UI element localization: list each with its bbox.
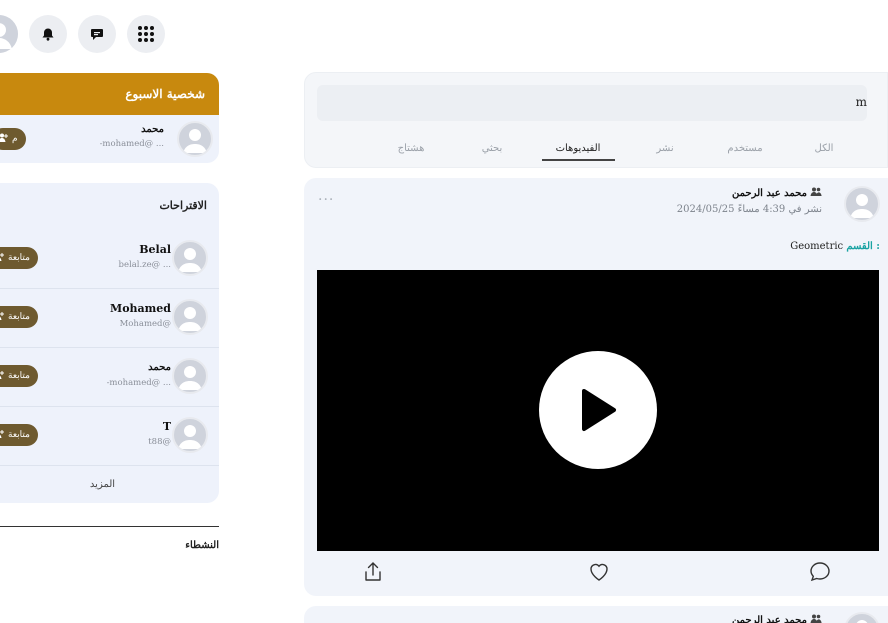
share-icon[interactable] (361, 560, 385, 588)
more-options-icon[interactable]: ... (318, 188, 334, 204)
active-users-title: النشطاء (185, 540, 219, 551)
more-link[interactable]: المزيد (0, 479, 205, 490)
post-author-name[interactable]: محمد عبد الرحمن (732, 188, 807, 199)
user-handle: Mohamed@ (119, 319, 171, 329)
suggestion-row[interactable]: T t88@ متابعة (0, 407, 219, 466)
follow-label: متابعة (8, 253, 30, 263)
user-name[interactable]: Belal (139, 243, 171, 256)
user-name[interactable]: T (163, 420, 171, 433)
post-time: نشر في 4:39 مساءً 2024/05/25 (676, 204, 822, 215)
follow-button[interactable]: متابعة (0, 365, 38, 387)
post-author-name[interactable]: محمد عبد الرحمن (732, 615, 807, 623)
tab-active-indicator (542, 159, 615, 161)
suggestion-row[interactable]: محمد -mohamed@ ... متابعة (0, 348, 219, 407)
follow-button[interactable]: متابعة (0, 247, 38, 269)
post-author[interactable]: محمد عبد الرحمن (732, 614, 822, 623)
user-name[interactable]: محمد (148, 362, 171, 373)
user-name[interactable]: Mohamed (110, 302, 171, 315)
avatar[interactable] (172, 417, 208, 453)
search-card: m الكل مستخدم نشر الفيديوهات بحثي هشتاج (304, 72, 888, 168)
post-card: ... محمد عبد الرحمن نشر في 4:39 مساءً 20… (304, 178, 888, 596)
tab-videos[interactable]: الفيديوهات (556, 143, 601, 154)
grid-icon[interactable] (127, 15, 165, 53)
tab-research[interactable]: بحثي (482, 143, 503, 154)
follow-label: متابعة (8, 430, 30, 440)
play-icon[interactable] (539, 351, 657, 469)
avatar[interactable] (172, 299, 208, 335)
comment-icon[interactable] (808, 560, 832, 588)
tab-post[interactable]: نشر (656, 143, 673, 154)
post-card-2: محمد عبد الرحمن (304, 606, 888, 623)
post-category: Geometric القسم : (790, 241, 880, 252)
suggestions-title: الاقتراحات (159, 199, 207, 212)
users-icon (810, 187, 822, 199)
add-user-icon (0, 252, 4, 264)
suggestion-row[interactable]: Mohamed Mohamed@ متابعة (0, 289, 219, 348)
divider (0, 526, 219, 527)
category-value[interactable]: Geometric (790, 241, 843, 252)
bell-icon[interactable] (29, 15, 67, 53)
add-user-icon (0, 429, 4, 441)
category-label: القسم : (846, 241, 880, 252)
tab-all[interactable]: الكل (815, 143, 834, 154)
avatar[interactable] (177, 121, 213, 157)
week-personality-card: شخصية الاسبوع محمد -mohamed@ ... م (0, 73, 219, 163)
follow-label: متابعة (8, 371, 30, 381)
avatar[interactable] (172, 358, 208, 394)
follow-label: م (12, 134, 18, 144)
follow-button[interactable]: م (0, 128, 26, 150)
suggestions-card: الاقتراحات Belal belal.ze@ ... متابعة Mo… (0, 183, 219, 503)
search-value[interactable]: m (856, 95, 867, 109)
add-user-icon (0, 311, 4, 323)
user-handle: -mohamed@ ... (106, 378, 171, 388)
add-user-icon (0, 370, 4, 382)
follow-label: متابعة (8, 312, 30, 322)
avatar[interactable] (844, 612, 880, 623)
user-handle: belal.ze@ ... (118, 260, 172, 270)
week-personality-user[interactable]: محمد -mohamed@ ... م (0, 115, 219, 163)
user-name[interactable]: محمد (141, 124, 164, 135)
video-player[interactable] (317, 270, 879, 551)
tab-user[interactable]: مستخدم (727, 143, 762, 154)
user-handle: -mohamed@ ... (99, 139, 164, 149)
follow-button[interactable]: متابعة (0, 306, 38, 328)
avatar[interactable] (172, 240, 208, 276)
user-handle: t88@ (148, 437, 171, 447)
week-personality-title: شخصية الاسبوع (0, 73, 219, 115)
search-input[interactable] (317, 85, 867, 121)
profile-avatar[interactable] (0, 15, 18, 53)
chat-icon[interactable] (78, 15, 116, 53)
like-icon[interactable] (587, 560, 611, 588)
suggestion-row[interactable]: Belal belal.ze@ ... متابعة (0, 230, 219, 289)
tab-hashtag[interactable]: هشتاج (398, 143, 425, 154)
post-author[interactable]: محمد عبد الرحمن (732, 187, 822, 199)
avatar[interactable] (844, 186, 880, 222)
follow-button[interactable]: متابعة (0, 424, 38, 446)
add-user-icon (0, 133, 8, 145)
users-icon (810, 614, 822, 623)
